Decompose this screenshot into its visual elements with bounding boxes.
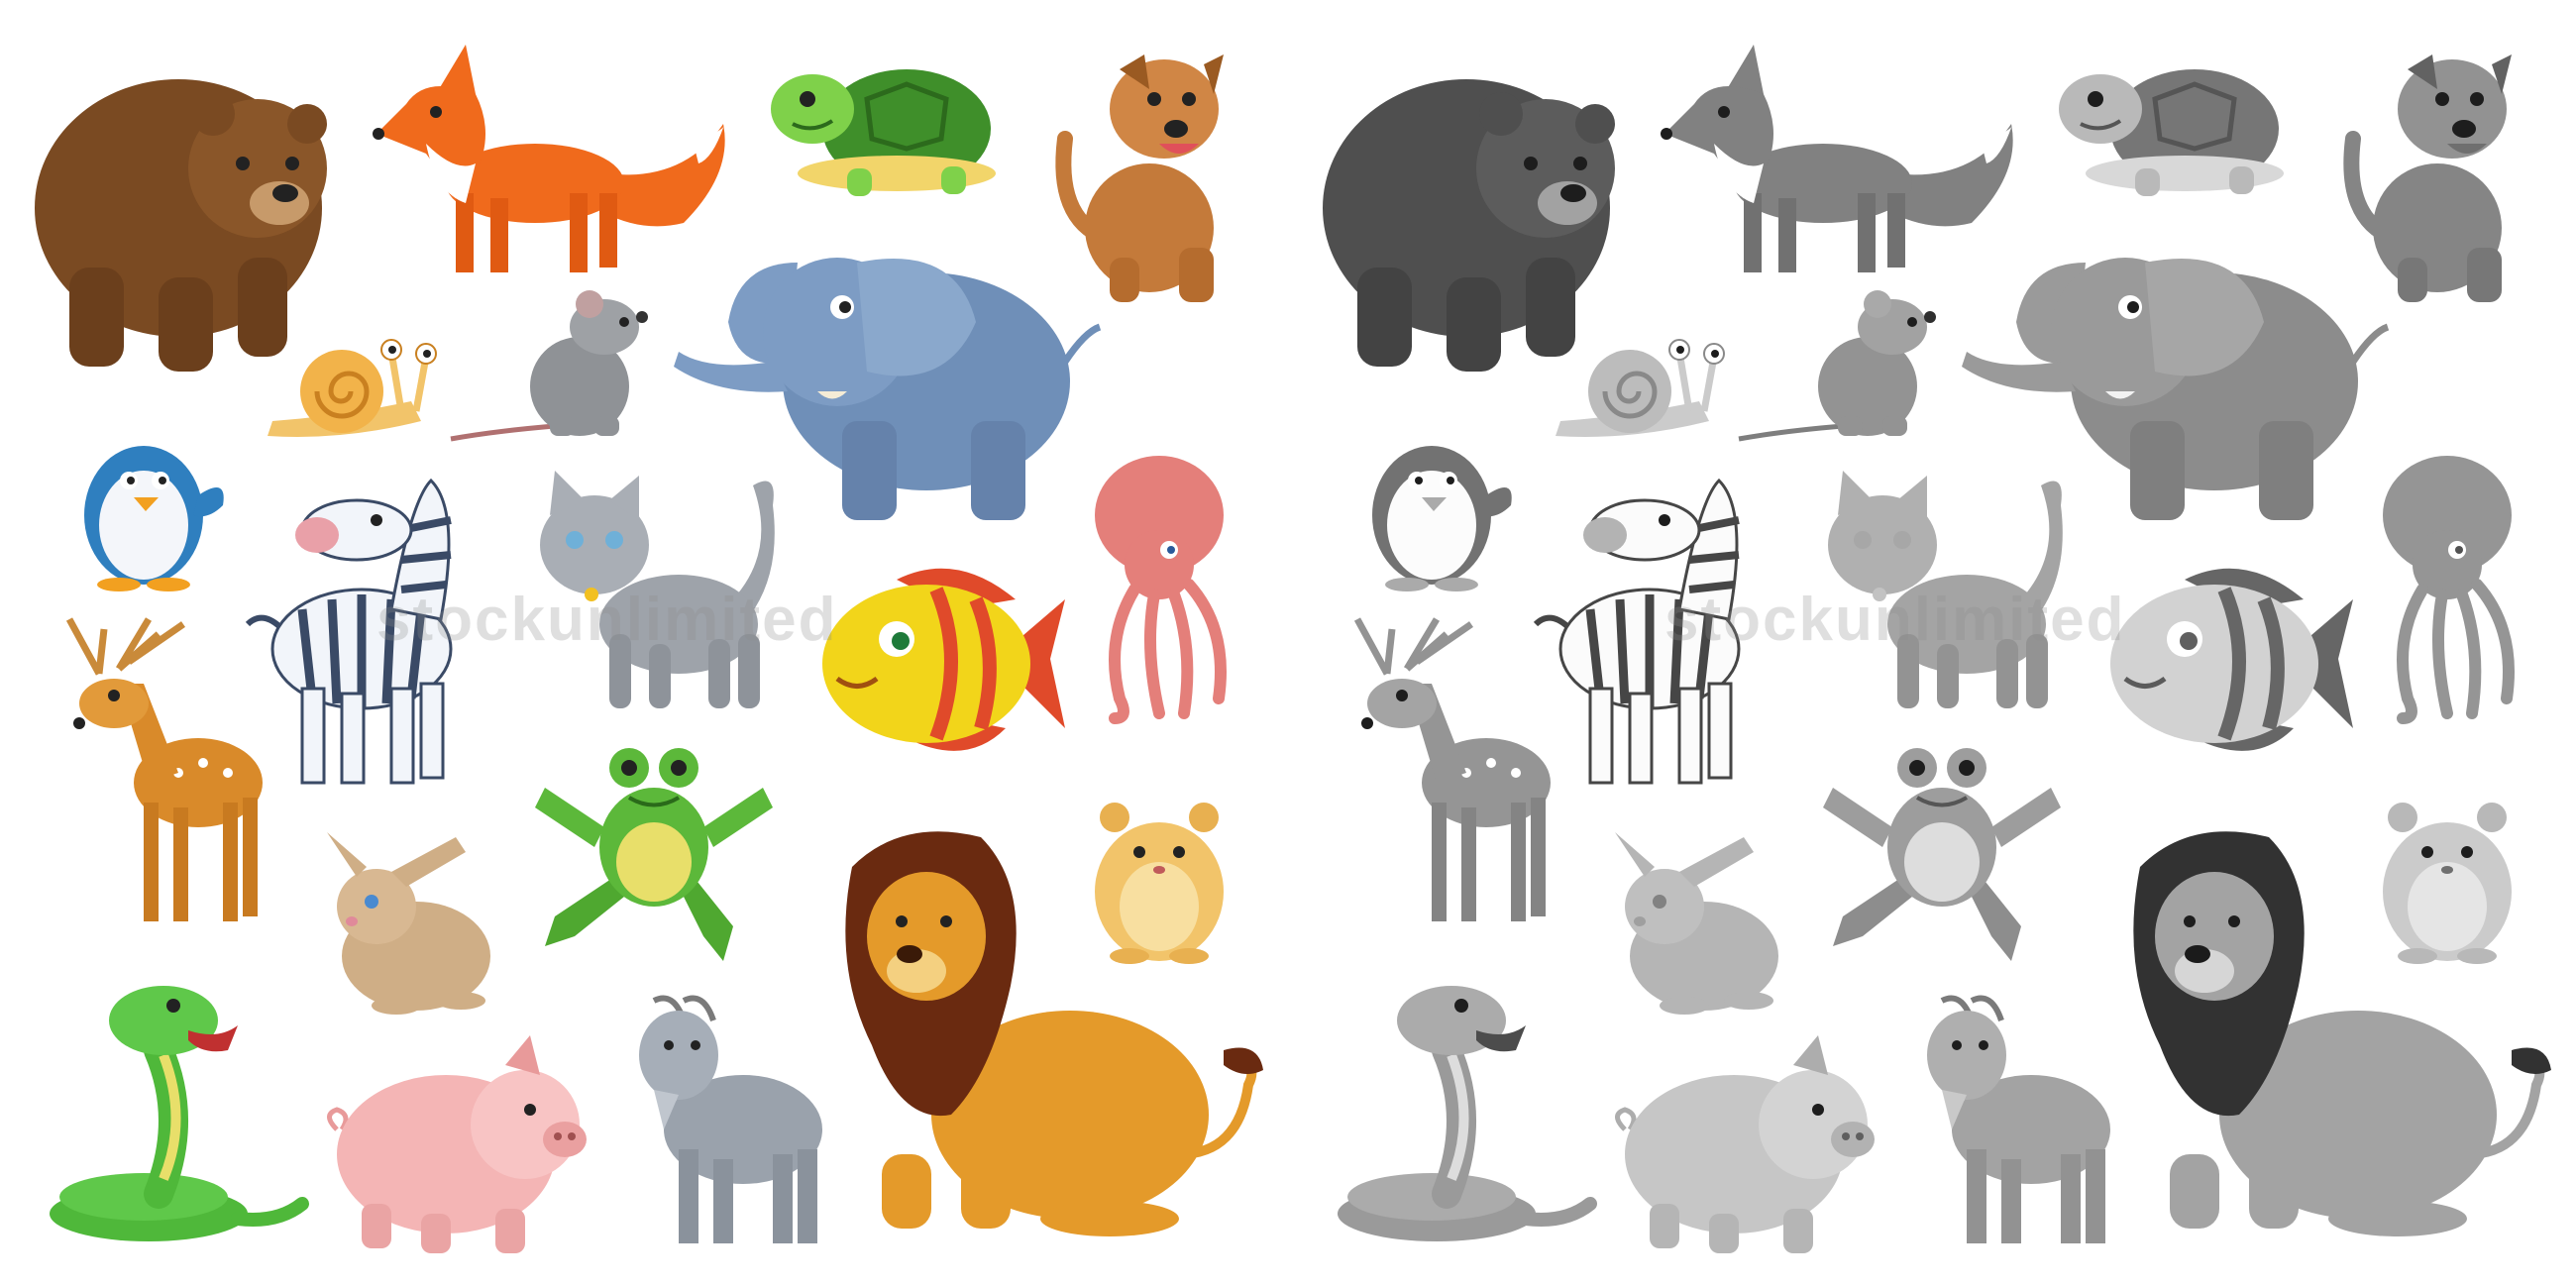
snake-illustration — [40, 981, 309, 1248]
snail-illustration — [263, 332, 437, 446]
zebra-grayscale-illustration — [1531, 461, 1769, 793]
fish-illustration — [817, 560, 1065, 768]
bear-illustration — [20, 20, 327, 376]
rabbit-grayscale-illustration — [1605, 827, 1783, 1016]
cat-grayscale-illustration — [1818, 466, 2071, 713]
fish-grayscale-illustration — [2105, 560, 2353, 768]
deer-illustration — [59, 614, 268, 931]
grayscale-animals-panel — [1288, 0, 2576, 1288]
goat-illustration — [624, 991, 827, 1248]
image-canvas: stockunlimited stockunlimited — [0, 0, 2576, 1288]
rat-illustration — [446, 290, 654, 442]
frog-grayscale-illustration — [1823, 738, 2061, 966]
pig-illustration — [327, 1035, 590, 1258]
octopus-illustration — [1085, 451, 1234, 724]
bear-grayscale-illustration — [1308, 20, 1615, 376]
rat-grayscale-illustration — [1734, 290, 1942, 442]
lion-illustration — [842, 827, 1268, 1238]
penguin-grayscale-illustration — [1357, 416, 1516, 591]
pig-grayscale-illustration — [1615, 1035, 1878, 1258]
penguin-illustration — [69, 416, 228, 591]
rabbit-illustration — [317, 827, 495, 1016]
cat-illustration — [530, 466, 783, 713]
octopus-grayscale-illustration — [2373, 451, 2522, 724]
turtle-grayscale-illustration — [2056, 50, 2289, 198]
zebra-illustration — [243, 461, 481, 793]
color-animals-panel: stockunlimited — [0, 0, 1288, 1288]
lion-grayscale-illustration — [2130, 827, 2556, 1238]
snail-grayscale-illustration — [1551, 332, 1725, 446]
snake-grayscale-illustration — [1328, 981, 1597, 1248]
goat-grayscale-illustration — [1912, 991, 2115, 1248]
frog-illustration — [535, 738, 773, 966]
deer-grayscale-illustration — [1347, 614, 1556, 931]
turtle-illustration — [768, 50, 1001, 198]
